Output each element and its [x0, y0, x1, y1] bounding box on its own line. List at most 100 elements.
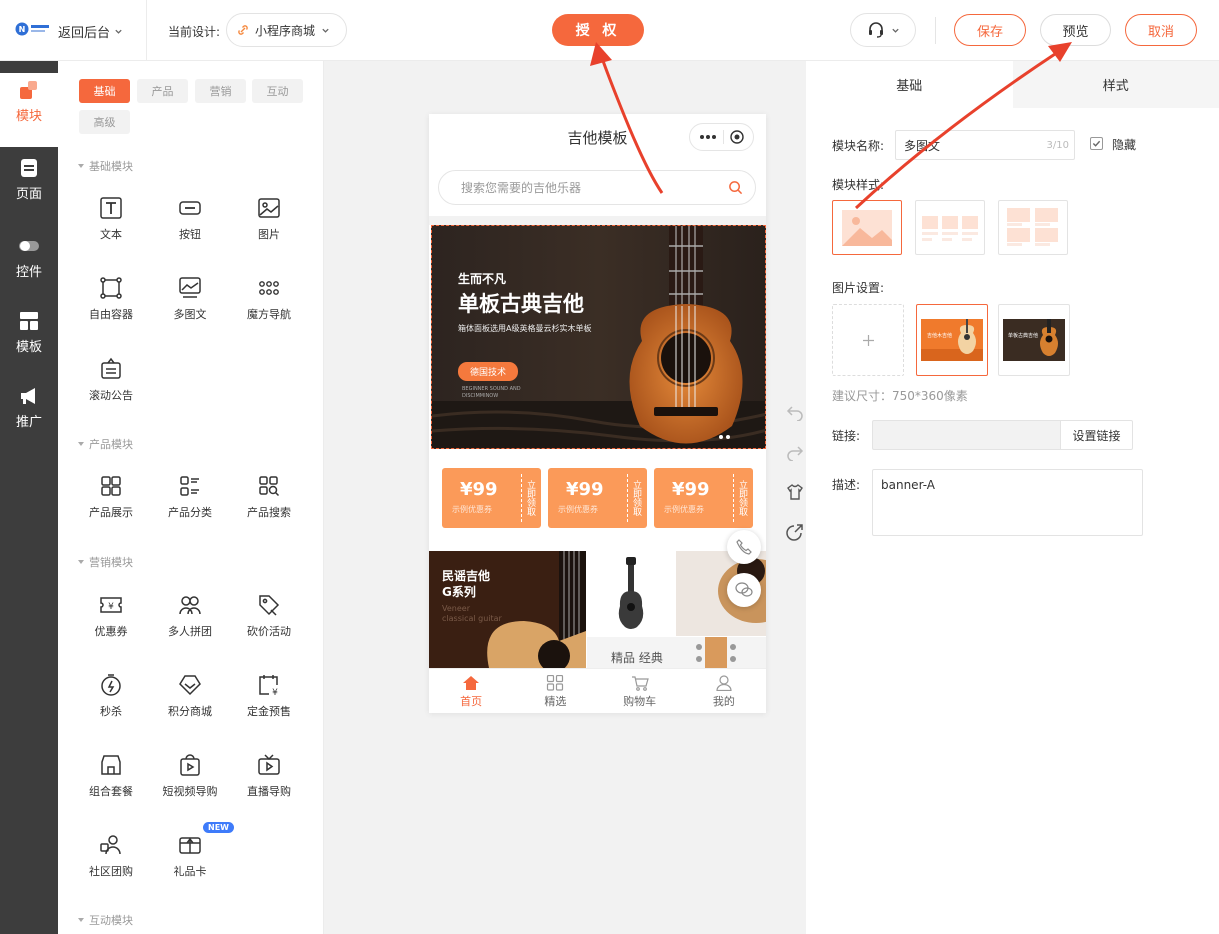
carousel-dot[interactable]: [726, 435, 730, 439]
banner-module[interactable]: 生而不凡 单板古典吉他 箱体面板选用A级英格曼云杉实木单板 德国技术 BEGIN…: [431, 225, 766, 449]
tab-marketing[interactable]: 营销: [195, 79, 246, 103]
save-button[interactable]: 保存: [954, 14, 1026, 46]
cancel-button[interactable]: 取消: [1125, 14, 1197, 46]
grid-cell-ukulele[interactable]: [587, 551, 675, 636]
component-text[interactable]: 文本: [71, 196, 151, 256]
set-link-button[interactable]: 设置链接: [1061, 420, 1133, 450]
nav-item-label: 模板: [15, 340, 42, 355]
description-textarea[interactable]: banner-A: [872, 469, 1143, 536]
caret-down-icon: [78, 918, 84, 922]
component-label: 文本: [100, 228, 122, 241]
component-multi-image-text[interactable]: 多图文: [150, 276, 230, 336]
section-title-marketing[interactable]: 营销模块: [78, 554, 133, 570]
section-title-interaction[interactable]: 互动模块: [78, 912, 133, 928]
coupon-card[interactable]: ¥99 示例优惠券 立即领取: [442, 468, 541, 528]
tabbar-item-mine[interactable]: 我的: [682, 669, 766, 713]
current-design-select[interactable]: 小程序商城: [226, 13, 347, 47]
tab-basic-settings[interactable]: 基础: [806, 61, 1013, 108]
phone-float-button[interactable]: [727, 530, 761, 564]
component-coupon[interactable]: ¥ 优惠券: [71, 593, 151, 653]
mini-program-capsule[interactable]: [689, 123, 754, 151]
tabbar-item-cart[interactable]: 购物车: [598, 669, 682, 713]
nav-item-promotion[interactable]: 推广: [0, 381, 58, 451]
component-short-video[interactable]: 短视频导购: [150, 753, 230, 813]
image-text-icon: [179, 277, 201, 298]
component-community-group[interactable]: 社区团购: [71, 833, 151, 893]
tabbar-item-featured[interactable]: 精选: [513, 669, 597, 713]
tab-basic[interactable]: 基础: [79, 79, 130, 103]
component-label: 砍价活动: [247, 625, 291, 638]
tab-product[interactable]: 产品: [137, 79, 188, 103]
style-option-single[interactable]: [832, 200, 902, 255]
component-product-display[interactable]: 产品展示: [71, 474, 151, 534]
coupon-card[interactable]: ¥99 示例优惠券 立即领取: [548, 468, 647, 528]
phone-search-input[interactable]: 搜索您需要的吉他乐器: [438, 170, 756, 205]
component-group-buy[interactable]: 多人拼团: [150, 593, 230, 653]
component-label: 礼品卡: [173, 865, 207, 878]
image-thumb-1[interactable]: 吉他木吉他: [916, 304, 988, 376]
component-scroll-notice[interactable]: 滚动公告: [71, 357, 151, 417]
component-label: 滚动公告: [89, 389, 133, 402]
community-icon: [100, 835, 121, 855]
tabbar-item-home[interactable]: 首页: [429, 669, 513, 713]
component-combo[interactable]: 组合套餐: [71, 753, 151, 813]
component-panel: 基础 产品 营销 互动 高级 基础模块 文本 按钮 图片 自由容器 多图文 魔方…: [58, 61, 324, 934]
user-icon: [716, 675, 732, 691]
authorize-button[interactable]: 授 权: [552, 14, 644, 46]
component-image[interactable]: 图片: [229, 196, 309, 256]
component-product-category[interactable]: 产品分类: [150, 474, 230, 534]
style-option-grid[interactable]: [998, 200, 1068, 255]
component-points-mall[interactable]: 积分商城: [150, 673, 230, 733]
grid-style-icon: [1007, 207, 1058, 246]
section-title-product[interactable]: 产品模块: [78, 436, 133, 452]
preview-button[interactable]: 预览: [1040, 14, 1111, 46]
redo-icon[interactable]: [786, 443, 804, 461]
customer-service-button[interactable]: [850, 13, 916, 47]
component-bargain[interactable]: 砍价活动: [229, 593, 309, 653]
carousel-dot[interactable]: [719, 435, 723, 439]
nav-item-label: 模块: [15, 109, 42, 124]
back-to-admin-button[interactable]: 返回后台: [58, 22, 123, 41]
description-label: 描述:: [832, 478, 861, 492]
component-live[interactable]: 直播导购: [229, 753, 309, 813]
tab-style-settings[interactable]: 样式: [1012, 61, 1219, 108]
coupon-subtitle: 示例优惠券: [664, 505, 704, 514]
component-presale[interactable]: ¥ 定金预售: [229, 673, 309, 733]
component-product-search[interactable]: 产品搜索: [229, 474, 309, 534]
component-magic-nav[interactable]: 魔方导航: [229, 276, 309, 336]
size-hint: 建议尺寸：750*360像素: [832, 389, 968, 403]
nav-item-module[interactable]: 模块: [0, 73, 58, 147]
tab-interaction[interactable]: 互动: [252, 79, 303, 103]
add-image-button[interactable]: [832, 304, 904, 376]
grid-cell-folk-guitar[interactable]: 民谣吉他 G系列 Veneer classical guitar: [429, 551, 586, 668]
wechat-icon: [735, 582, 753, 597]
char-count: 3/10: [1046, 139, 1069, 151]
image-settings-label: 图片设置:: [832, 281, 885, 295]
coupon-card[interactable]: ¥99 示例优惠券 立即领取: [654, 468, 753, 528]
share-icon[interactable]: [786, 523, 804, 541]
nav-item-control[interactable]: 控件: [0, 231, 58, 301]
grid-cell-boutique[interactable]: 精品 经典: [587, 637, 766, 668]
shirt-icon[interactable]: [786, 483, 804, 501]
hide-checkbox[interactable]: [1090, 137, 1103, 150]
phone-icon: [736, 539, 752, 555]
module-name-input[interactable]: 多图文 3/10: [895, 130, 1075, 160]
undo-icon[interactable]: [786, 403, 804, 421]
component-gift-card[interactable]: 礼品卡: [150, 833, 230, 893]
tab-advanced[interactable]: 高级: [79, 110, 130, 134]
nav-item-template[interactable]: 模板: [0, 306, 58, 376]
link-input[interactable]: [872, 420, 1061, 450]
image-grid-module[interactable]: 民谣吉他 G系列 Veneer classical guitar 精品 经典: [429, 551, 766, 668]
style-option-three[interactable]: [915, 200, 985, 255]
section-title-basic[interactable]: 基础模块: [78, 158, 133, 174]
carousel-dots[interactable]: [719, 435, 730, 439]
component-free-container[interactable]: 自由容器: [71, 276, 151, 336]
nav-item-page[interactable]: 页面: [0, 153, 58, 223]
wechat-float-button[interactable]: [727, 573, 761, 607]
top-bar: N 返回后台 当前设计: 小程序商城 授 权 保存 预览 取消: [0, 0, 1219, 61]
component-button[interactable]: 按钮: [150, 196, 230, 256]
image-thumb-2[interactable]: 单板古典吉他: [998, 304, 1070, 376]
component-flash-sale[interactable]: 秒杀: [71, 673, 151, 733]
grid-subtitle-line-2: classical guitar: [442, 614, 502, 623]
coupon-module[interactable]: ¥99 示例优惠券 立即领取 ¥99 示例优惠券 立即领取 ¥99 示例优惠券 …: [429, 456, 766, 541]
